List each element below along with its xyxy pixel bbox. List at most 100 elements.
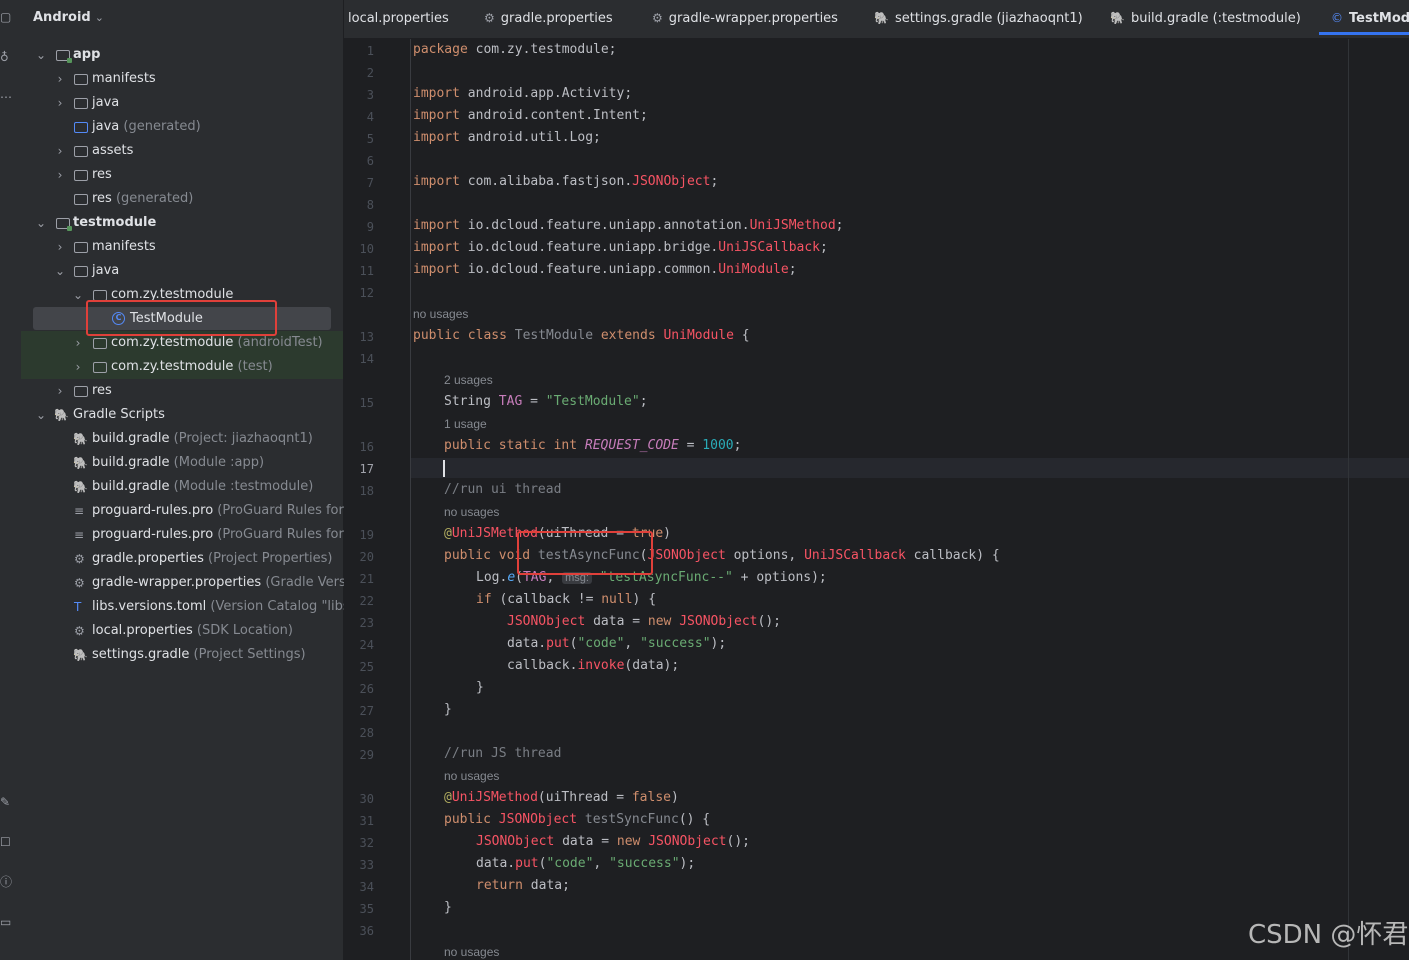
line-number: 34: [359, 880, 374, 894]
chevron-right-icon[interactable]: ›: [72, 355, 84, 379]
tree-item-java[interactable]: ⌄ java: [21, 259, 343, 283]
code-token: ;: [710, 174, 719, 189]
tab-build-gradle[interactable]: 🐘 build.gradle (:testmodule): [1110, 0, 1301, 38]
tree-item-gradle-properties[interactable]: ⚙ gradle.properties (Project Properties): [21, 547, 343, 571]
code-token: public class: [413, 328, 515, 343]
tree-item-gradle-wrapper[interactable]: ⚙ gradle-wrapper.properties (Gradle Vers…: [21, 571, 357, 595]
tree-item-build-gradle[interactable]: 🐘 build.gradle (Module :testmodule): [21, 475, 343, 499]
chevron-down-icon[interactable]: ⌄: [35, 403, 47, 427]
project-view-selector[interactable]: Android ⌄: [33, 10, 104, 25]
chevron-down-icon[interactable]: ⌄: [35, 211, 47, 235]
line-number: 14: [359, 352, 374, 366]
tree-item-hint: (Project: jiazhaoqnt1): [173, 431, 313, 446]
usages-hint[interactable]: 2 usages: [444, 373, 493, 387]
chevron-right-icon[interactable]: ›: [54, 91, 66, 115]
tab-local-properties[interactable]: local.properties: [348, 0, 449, 38]
tree-item-build-gradle[interactable]: 🐘 build.gradle (Project: jiazhaoqnt1): [21, 427, 343, 451]
usages-hint[interactable]: 1 usage: [444, 417, 487, 431]
code-token: JSONObject: [648, 834, 727, 849]
line-number: 9: [366, 220, 374, 234]
commit-tool-icon[interactable]: ♁: [0, 50, 14, 64]
code-line: @UniJSMethod(uiThread = false): [444, 789, 679, 807]
tree-item-java[interactable]: › java: [21, 91, 343, 115]
code-token: "TestModule": [545, 394, 640, 409]
tab-label: gradle.properties: [500, 11, 613, 26]
chevron-down-icon[interactable]: ⌄: [35, 43, 47, 67]
tree-item-testmodule[interactable]: ⌄ testmodule: [21, 211, 343, 235]
tab-settings-gradle[interactable]: 🐘 settings.gradle (jiazhaoqnt1): [874, 0, 1083, 38]
code-token: data =: [554, 834, 617, 849]
problems-icon[interactable]: ⓘ: [0, 875, 14, 889]
code-line: }: [476, 680, 484, 695]
code-token: (callback !=: [491, 592, 602, 607]
code-token: "code": [577, 636, 625, 651]
chevron-down-icon[interactable]: ⌄: [54, 259, 66, 283]
code-line: data.put("code", "success");: [476, 855, 695, 873]
tree-item-res[interactable]: › res: [21, 379, 343, 403]
tree-item-package-test[interactable]: › com.zy.testmodule (test): [21, 355, 343, 379]
chevron-right-icon[interactable]: ›: [54, 139, 66, 163]
tab-gradle-wrapper-properties[interactable]: ⚙ gradle-wrapper.properties: [652, 0, 838, 38]
code-line: //run JS thread: [444, 746, 562, 761]
chevron-right-icon[interactable]: ›: [72, 331, 84, 355]
terminal-icon[interactable]: ▭: [0, 915, 14, 929]
code-line: JSONObject data = new JSONObject();: [507, 613, 781, 631]
code-token: import: [413, 240, 460, 255]
tree-item-res[interactable]: › res: [21, 163, 343, 187]
tree-item-libs-versions[interactable]: T libs.versions.toml (Version Catalog "l…: [21, 595, 361, 619]
code-token: UniJSCallback: [804, 548, 906, 563]
tree-item-manifests[interactable]: › manifests: [21, 67, 343, 91]
chevron-right-icon[interactable]: ›: [54, 163, 66, 187]
code-line: import io.dcloud.feature.uniapp.common.U…: [413, 261, 797, 279]
usages-hint[interactable]: no usages: [444, 945, 499, 959]
usages-hint[interactable]: no usages: [444, 769, 499, 783]
code-token: 1000: [702, 438, 734, 453]
code-token: =: [678, 438, 703, 453]
code-token: ();: [757, 614, 781, 629]
code-token: JSONObject: [476, 834, 555, 849]
tree-item-hint: (generated): [115, 191, 194, 206]
tree-item-build-gradle[interactable]: 🐘 build.gradle (Module :app): [21, 451, 343, 475]
tree-item-proguard[interactable]: ≡ proguard-rules.pro (ProGuard Rules for…: [21, 523, 358, 547]
chevron-down-icon[interactable]: ⌄: [72, 283, 84, 307]
tree-item-assets[interactable]: › assets: [21, 139, 343, 163]
tree-item-app[interactable]: ⌄ app: [21, 43, 343, 67]
device-manager-icon[interactable]: ☐: [0, 835, 14, 849]
tree-item-res-generated[interactable]: res (generated): [21, 187, 343, 211]
chevron-right-icon[interactable]: ›: [54, 67, 66, 91]
more-tools-icon[interactable]: ⋯: [0, 90, 14, 104]
tree-item-manifests[interactable]: › manifests: [21, 235, 343, 259]
line-number: 16: [359, 440, 374, 454]
tree-item-local-properties[interactable]: ⚙ local.properties (SDK Location): [21, 619, 343, 643]
tree-item-gradle-scripts[interactable]: ⌄ 🐘 Gradle Scripts: [21, 403, 343, 427]
code-token: testSyncFunc: [577, 812, 679, 827]
tree-item-settings-gradle[interactable]: 🐘 settings.gradle (Project Settings): [21, 643, 343, 667]
tree-item-hint: (Project Settings): [193, 647, 306, 662]
chevron-right-icon[interactable]: ›: [54, 379, 66, 403]
build-variants-icon[interactable]: ✎: [0, 795, 14, 809]
tree-item-hint: (androidTest): [237, 335, 323, 350]
gradle-icon: 🐘: [54, 408, 69, 422]
code-token: public static int: [444, 438, 585, 453]
tree-item-label: app: [73, 47, 101, 62]
code-token: android.util.Log;: [459, 130, 601, 145]
code-line: callback.invoke(data);: [507, 657, 679, 675]
project-tool-icon[interactable]: ▢: [0, 10, 14, 24]
chevron-right-icon[interactable]: ›: [54, 235, 66, 259]
tab-testmodule[interactable]: © TestModu: [1319, 0, 1409, 35]
tree-item-label: gradle.properties: [92, 551, 204, 566]
line-number: 2: [366, 66, 374, 80]
usages-hint[interactable]: no usages: [444, 505, 499, 519]
tree-item-label: gradle-wrapper.properties: [92, 575, 262, 590]
line-number: 30: [359, 792, 374, 806]
line-number: 13: [359, 330, 374, 344]
usages-hint[interactable]: no usages: [413, 307, 468, 321]
editor-tab-bar: local.properties ⚙ gradle.properties ⚙ gra…: [344, 0, 1409, 39]
code-line: //run ui thread: [444, 482, 562, 497]
tree-item-java-generated[interactable]: java (generated): [21, 115, 343, 139]
tool-window-strip: ▢ ♁ ⋯ ✎ ☐ ⓘ ▭: [0, 0, 22, 960]
tree-item-proguard[interactable]: ≡ proguard-rules.pro (ProGuard Rules for…: [21, 499, 358, 523]
code-token: options,: [725, 548, 805, 563]
tab-gradle-properties[interactable]: ⚙ gradle.properties: [484, 0, 613, 38]
project-view-label: Android: [33, 10, 91, 25]
